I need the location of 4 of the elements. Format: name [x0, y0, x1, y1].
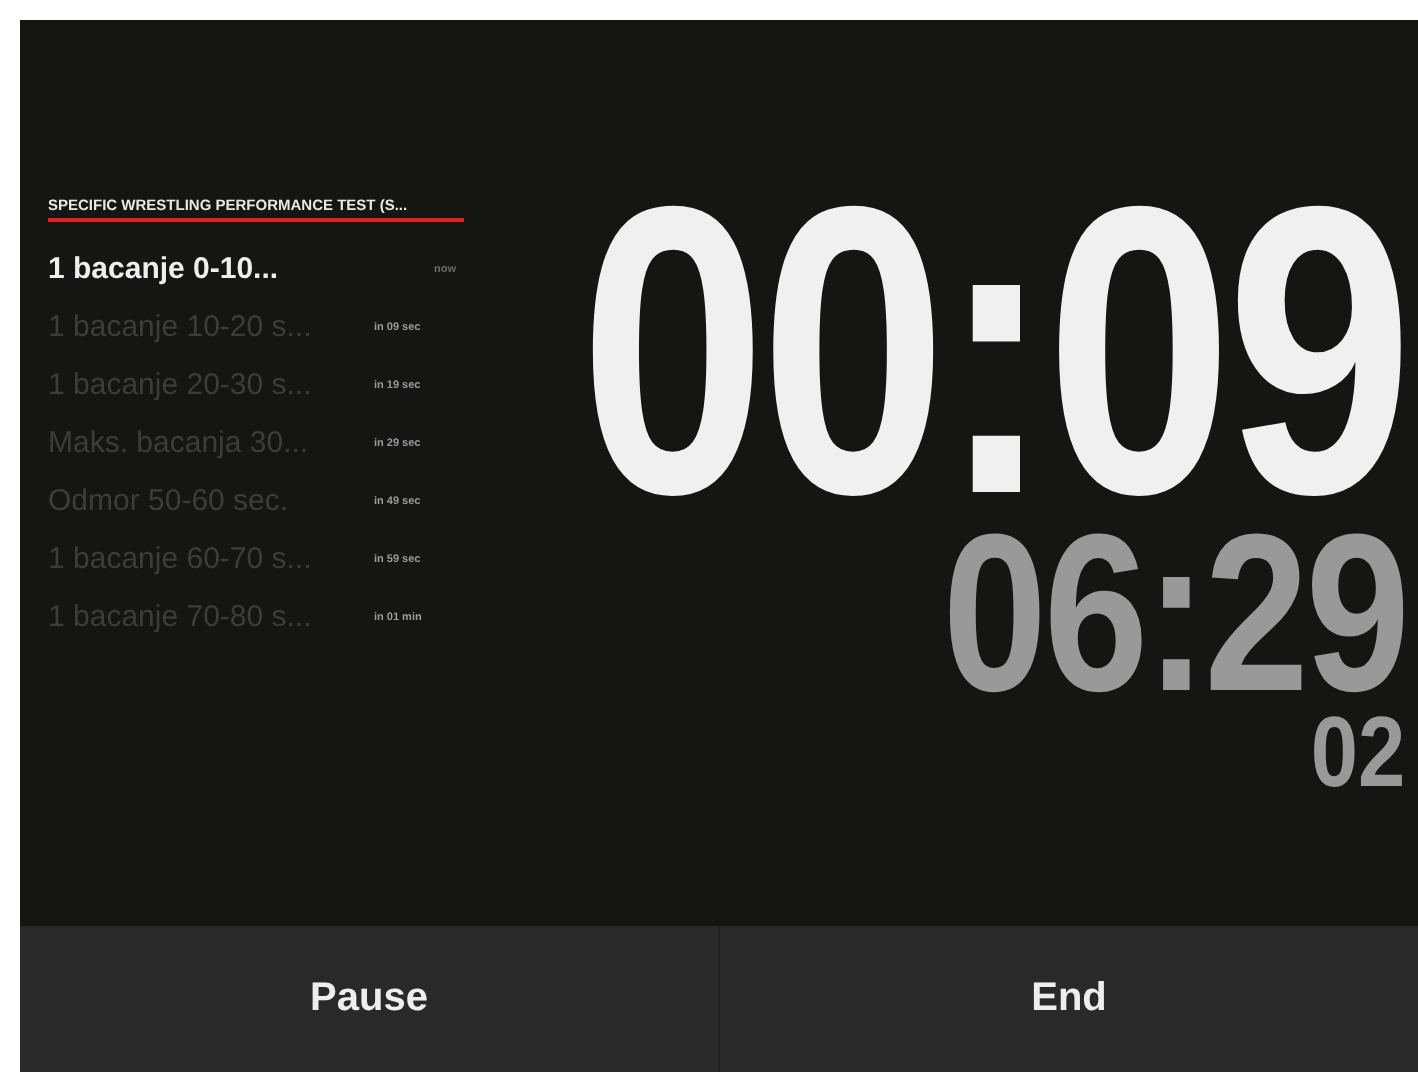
total-timer: 06:29: [941, 524, 1406, 704]
interval-timer: 00:09: [578, 188, 1406, 516]
round-counter: 02: [1311, 711, 1406, 792]
interval-name: 1 bacanje 0-10...: [48, 252, 281, 286]
